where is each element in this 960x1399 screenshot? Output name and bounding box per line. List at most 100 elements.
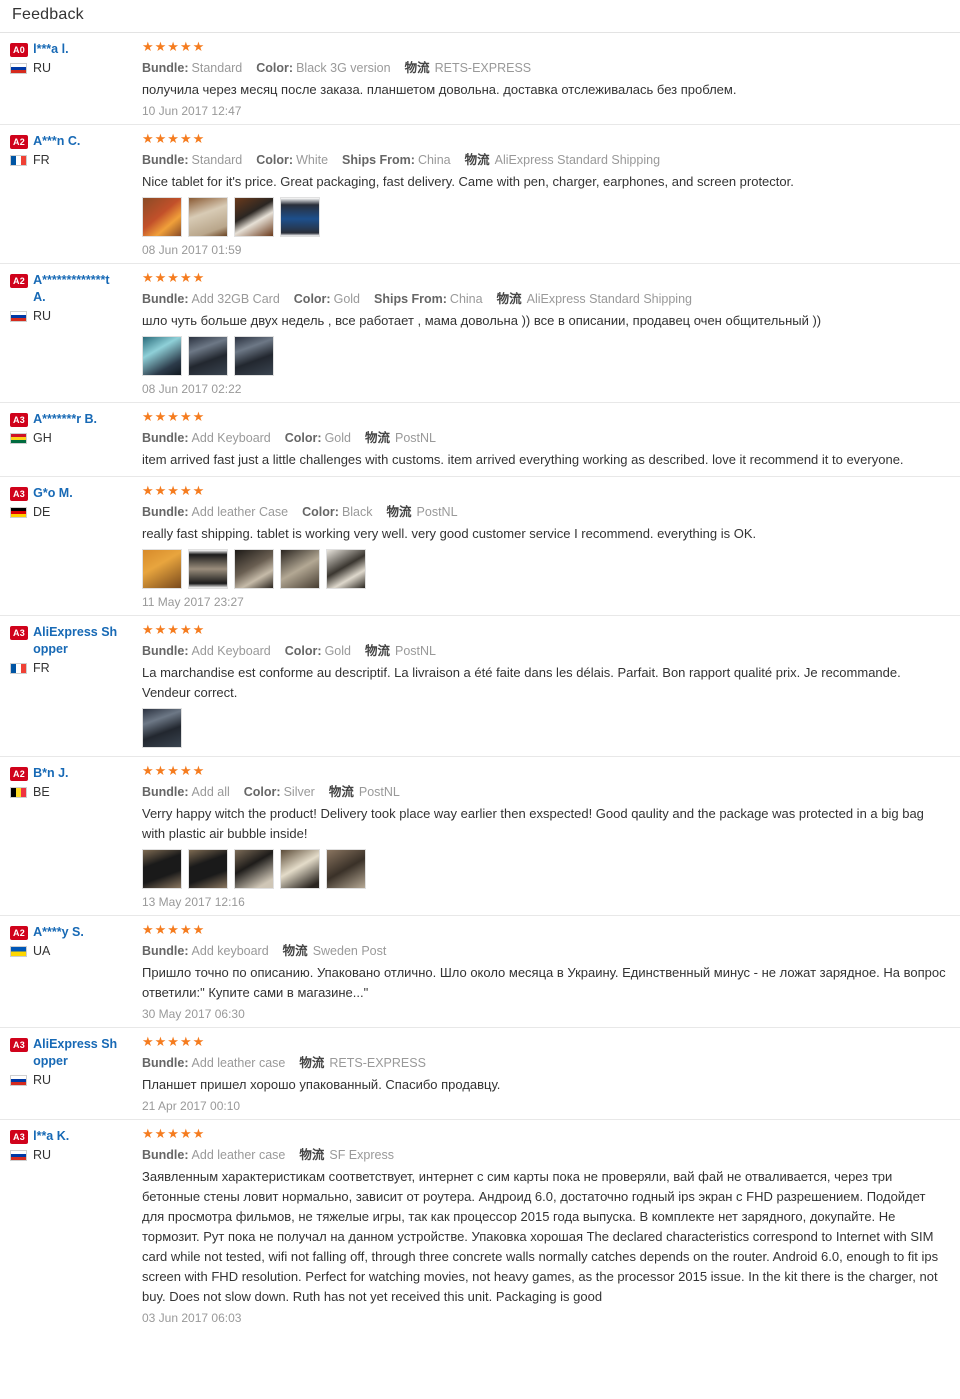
country-flag-icon bbox=[10, 506, 27, 518]
feedback-thumbnail[interactable] bbox=[142, 708, 182, 748]
reviewer-name[interactable]: G*o M. bbox=[33, 485, 73, 502]
reviewer-info: A3 AliExpress Shopper FR bbox=[10, 622, 136, 675]
feedback-comment: really fast shipping. tablet is working … bbox=[142, 526, 757, 541]
order-attribute: Bundle: Add leather case bbox=[142, 1148, 285, 1162]
reviewer-info: A3 A*******r B. GH bbox=[10, 409, 136, 445]
order-attribute: Ships From: China bbox=[374, 292, 483, 306]
attribute-value: Standard bbox=[191, 61, 243, 75]
attribute-key: Color: bbox=[293, 292, 331, 306]
feedback-thumbnail[interactable] bbox=[188, 849, 228, 889]
star-rating: ★★★★★ bbox=[142, 922, 206, 937]
reviewer-name[interactable]: A***n C. bbox=[33, 133, 80, 150]
attribute-key: Bundle: bbox=[142, 1148, 189, 1162]
logistics-attribute: 物流 RETS-EXPRESS bbox=[299, 1056, 426, 1070]
feedback-thumbnail[interactable] bbox=[234, 197, 274, 237]
order-attributes: Bundle: Add Keyboard Color: Gold 物流 PostNL bbox=[142, 429, 950, 448]
attribute-value: Gold bbox=[324, 644, 351, 658]
order-attributes: Bundle: Add leather Case Color: Black 物流 Post… bbox=[142, 503, 950, 522]
attribute-key: Ships From: bbox=[374, 292, 447, 306]
logistics-attribute: 物流 PostNL bbox=[365, 431, 436, 445]
reviewer-name[interactable]: l***a l. bbox=[33, 41, 68, 58]
feedback-thumbnail[interactable] bbox=[142, 336, 182, 376]
feedback-comment: item arrived fast just a little challeng… bbox=[142, 452, 904, 467]
attribute-key: Bundle: bbox=[142, 944, 189, 958]
feedback-thumbnail[interactable] bbox=[188, 197, 228, 237]
country-code: UA bbox=[33, 944, 51, 958]
feedback-thumbnail[interactable] bbox=[280, 549, 320, 589]
reviewer-info: A2 A****y S. UA bbox=[10, 922, 136, 958]
feedback-thumbnail[interactable] bbox=[234, 849, 274, 889]
feedback-comment: Nice tablet for it's price. Great packag… bbox=[142, 174, 794, 189]
feedback-thumbnail[interactable] bbox=[234, 336, 274, 376]
reviewer-info: A2 A***n C. FR bbox=[10, 131, 136, 167]
order-attribute: Color: Black bbox=[302, 505, 372, 519]
logistics-mark-icon: 物流 bbox=[364, 644, 390, 658]
attribute-value: Add leather case bbox=[191, 1056, 286, 1070]
attribute-value: Add Keyboard bbox=[191, 431, 271, 445]
feedback-thumbnail[interactable] bbox=[142, 549, 182, 589]
feedback-thumbnail[interactable] bbox=[326, 549, 366, 589]
country-code: GH bbox=[33, 431, 52, 445]
country-flag-icon bbox=[10, 945, 27, 957]
feedback-comment: Verry happy witch the product! Delivery … bbox=[142, 806, 924, 841]
buyer-level-badge: A3 bbox=[10, 487, 29, 501]
feedback-item: A0 l***a l. RU ★★★★★ Bundle: Standard Color: Bl… bbox=[0, 33, 960, 125]
logistics-value: PostNL bbox=[358, 785, 400, 799]
feedback-comment: Планшет пришел хорошо упакованный. Спаси… bbox=[142, 1077, 501, 1092]
reviewer-name[interactable]: l**a K. bbox=[33, 1128, 69, 1145]
reviewer-name[interactable]: A*************t A. bbox=[33, 272, 123, 306]
attribute-key: Ships From: bbox=[342, 153, 415, 167]
country-flag-icon bbox=[10, 310, 27, 322]
attribute-value: Add leather case bbox=[191, 1148, 286, 1162]
order-attribute: Color: Gold bbox=[285, 644, 351, 658]
reviewer-name[interactable]: B*n J. bbox=[33, 765, 68, 782]
country-code: BE bbox=[33, 785, 50, 799]
feedback-item: A2 B*n J. BE ★★★★★ Bundle: Add all Color: Silve… bbox=[0, 757, 960, 916]
order-attribute: Bundle: Add 32GB Card bbox=[142, 292, 280, 306]
reviewer-info: A0 l***a l. RU bbox=[10, 39, 136, 75]
star-rating: ★★★★★ bbox=[142, 409, 206, 424]
order-attribute: Bundle: Add Keyboard bbox=[142, 644, 271, 658]
attribute-value: Gold bbox=[324, 431, 351, 445]
order-attribute: Bundle: Add leather Case bbox=[142, 505, 288, 519]
logistics-attribute: 物流 AliExpress Standard Shipping bbox=[497, 292, 692, 306]
star-rating: ★★★★★ bbox=[142, 483, 206, 498]
feedback-content: ★★★★★ Bundle: Add 32GB Card Color: Gold Ships… bbox=[136, 270, 950, 398]
feedback-thumbnail[interactable] bbox=[188, 549, 228, 589]
feedback-thumbnail[interactable] bbox=[188, 336, 228, 376]
buyer-level-badge: A2 bbox=[10, 926, 29, 940]
order-attributes: Bundle: Add keyboard 物流 Sweden Post bbox=[142, 942, 950, 961]
feedback-thumbnail[interactable] bbox=[326, 849, 366, 889]
order-attribute: Color: Gold bbox=[285, 431, 351, 445]
feedback-item: A3 A*******r B. GH ★★★★★ Bundle: Add Keyboard… bbox=[0, 403, 960, 477]
order-attribute: Bundle: Add leather case bbox=[142, 1056, 285, 1070]
feedback-thumbnail[interactable] bbox=[142, 197, 182, 237]
feedback-thumbnail[interactable] bbox=[280, 197, 320, 237]
attribute-value: Gold bbox=[333, 292, 360, 306]
attribute-value: Standard bbox=[191, 153, 243, 167]
logistics-attribute: 物流 PostNL bbox=[329, 785, 400, 799]
attribute-key: Bundle: bbox=[142, 431, 189, 445]
feedback-thumbnail[interactable] bbox=[142, 849, 182, 889]
feedback-thumbnails bbox=[142, 197, 950, 237]
attribute-key: Bundle: bbox=[142, 1056, 189, 1070]
reviewer-name[interactable]: AliExpress Shopper bbox=[33, 1036, 123, 1070]
reviewer-name[interactable]: A*******r B. bbox=[33, 411, 97, 428]
feedback-thumbnails bbox=[142, 708, 950, 748]
feedback-comment: получила через месяц после заказа. планш… bbox=[142, 82, 737, 97]
logistics-mark-icon: 物流 bbox=[282, 944, 308, 958]
reviewer-info: A2 B*n J. BE bbox=[10, 763, 136, 799]
feedback-content: ★★★★★ Bundle: Add all Color: Silver 物流 PostNL V… bbox=[136, 763, 950, 911]
reviewer-name[interactable]: AliExpress Shopper bbox=[33, 624, 123, 658]
logistics-mark-icon: 物流 bbox=[404, 61, 430, 75]
reviewer-name[interactable]: A****y S. bbox=[33, 924, 84, 941]
logistics-mark-icon: 物流 bbox=[386, 505, 412, 519]
feedback-content: ★★★★★ Bundle: Add keyboard 物流 Sweden Post При… bbox=[136, 922, 950, 1023]
country-flag-icon bbox=[10, 786, 27, 798]
feedback-comment: Пришло точно по описанию. Упаковано отли… bbox=[142, 965, 946, 1000]
logistics-value: RETS-EXPRESS bbox=[329, 1056, 426, 1070]
feedback-thumbnail[interactable] bbox=[234, 549, 274, 589]
logistics-attribute: 物流 SF Express bbox=[299, 1148, 394, 1162]
feedback-thumbnail[interactable] bbox=[280, 849, 320, 889]
buyer-level-badge: A0 bbox=[10, 43, 29, 57]
